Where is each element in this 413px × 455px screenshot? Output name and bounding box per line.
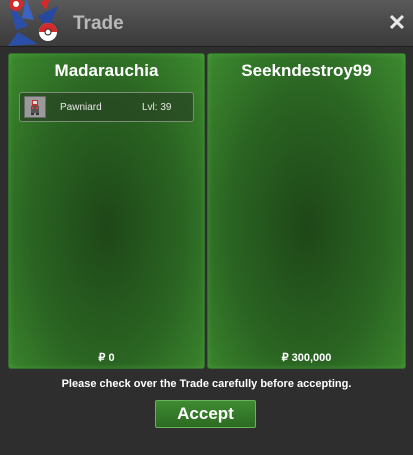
trade-notice: Please check over the Trade carefully be… <box>61 378 352 390</box>
close-icon: ✕ <box>387 10 407 35</box>
close-button[interactable]: ✕ <box>387 12 407 34</box>
trade-body: Madarauchia Pawniard Lvl: 39 ₽ 0 Seeknde… <box>0 47 413 455</box>
trade-window: Trade ✕ Madarauchia Pawniard Lvl: 39 ₽ 0… <box>0 0 413 455</box>
my-offer-panel: Madarauchia Pawniard Lvl: 39 ₽ 0 <box>8 53 205 369</box>
right-player-name: Seekndestroy99 <box>241 61 372 80</box>
pokeball-logo-icon <box>8 0 58 46</box>
accept-button[interactable]: Accept <box>155 400 256 428</box>
left-money: ₽ 0 <box>98 352 115 364</box>
left-player-name: Madarauchia <box>54 61 159 80</box>
item-level: Lvl: 39 <box>142 102 172 113</box>
titlebar[interactable]: Trade ✕ <box>0 0 413 47</box>
pawniard-sprite-icon <box>24 96 46 118</box>
item-name: Pawniard <box>60 102 102 113</box>
right-money: ₽ 300,000 <box>281 352 332 364</box>
window-title: Trade <box>73 13 124 34</box>
trade-item-row[interactable]: Pawniard Lvl: 39 <box>19 92 194 122</box>
their-offer-panel: Seekndestroy99 ₽ 300,000 <box>207 53 406 369</box>
